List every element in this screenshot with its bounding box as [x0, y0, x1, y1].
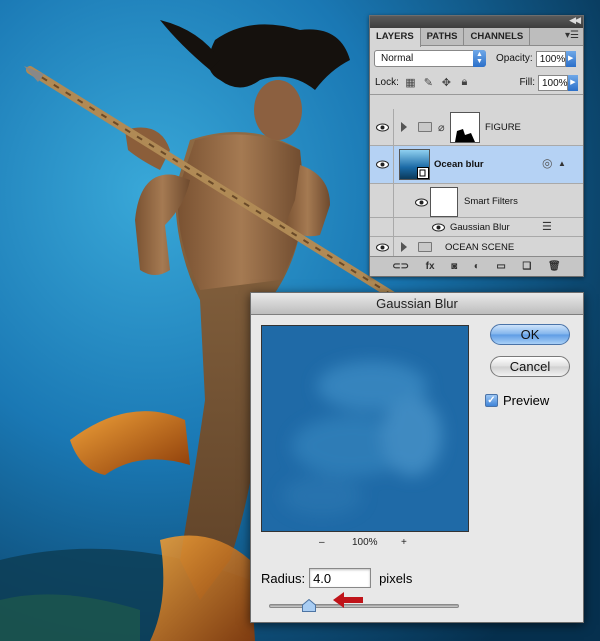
eye-icon[interactable]: [376, 123, 389, 132]
visibility-column[interactable]: [370, 146, 394, 183]
lock-all-icon[interactable]: 🔒︎: [458, 76, 471, 89]
new-group-icon[interactable]: ▭: [496, 261, 505, 272]
preview-window[interactable]: [261, 325, 469, 532]
blend-mode-select[interactable]: Normal ▲ ▼: [374, 50, 486, 67]
panel-titlebar[interactable]: ◀◀: [370, 15, 583, 28]
radius-slider-track[interactable]: [269, 604, 459, 608]
gaussian-blur-dialog: Gaussian Blur OK Cancel ✓ Preview – 100%…: [250, 292, 584, 623]
preview-checkbox-row[interactable]: ✓ Preview: [485, 393, 549, 408]
layer-name: OCEAN SCENE: [445, 242, 515, 253]
layers-panel: ◀◀ LAYERS PATHS CHANNELS ▾☰ Normal ▲ ▼ Op…: [369, 15, 584, 277]
adjustment-layer-icon[interactable]: ◐: [474, 261, 480, 272]
preview-image: [262, 326, 468, 531]
radius-slider-thumb[interactable]: [302, 599, 316, 612]
blending-options-icon[interactable]: ☰: [542, 220, 552, 233]
stepper-icon[interactable]: ▲ ▼: [473, 50, 486, 67]
folder-icon: [418, 122, 432, 132]
add-mask-icon[interactable]: ◙: [451, 261, 457, 272]
folder-icon: [418, 242, 432, 252]
layer-ocean-scene[interactable]: OCEAN SCENE: [370, 237, 583, 257]
layer-name: Smart Filters: [464, 196, 518, 207]
opacity-input[interactable]: 100%: [535, 50, 566, 67]
visibility-column: [370, 184, 394, 217]
eye-icon[interactable]: [415, 198, 428, 207]
trash-icon[interactable]: 🗑︎: [548, 261, 561, 272]
mask-thumbnail[interactable]: [450, 112, 480, 143]
filter-mask-thumbnail[interactable]: [430, 187, 458, 217]
visibility-column[interactable]: [370, 237, 394, 256]
fill-group: Fill: 100% ▶: [519, 74, 578, 91]
blend-row: Normal ▲ ▼ Opacity: 100% ▶: [370, 46, 583, 71]
layer-figure[interactable]: ⌀ FIGURE: [370, 109, 583, 146]
eye-icon[interactable]: [432, 223, 445, 232]
smart-filter-icon[interactable]: ◎: [542, 156, 552, 170]
zoom-level: 100%: [352, 537, 378, 548]
expand-triangle-icon[interactable]: [401, 242, 407, 252]
radius-input[interactable]: 4.0: [309, 568, 372, 588]
smart-object-thumbnail[interactable]: [399, 149, 430, 180]
preview-label: Preview: [503, 393, 550, 408]
radius-label: Radius:: [261, 570, 306, 586]
collapse-icon[interactable]: ◀◀: [569, 15, 581, 26]
tab-layers[interactable]: LAYERS: [370, 28, 421, 47]
lock-row: Lock: ▦ ✎ ✥ 🔒︎ Fill: 100% ▶: [370, 71, 583, 95]
gaussian-blur-filter-row[interactable]: Gaussian Blur ☰: [370, 218, 583, 237]
smart-filters-row[interactable]: Smart Filters: [370, 184, 583, 218]
annotation-arrow-icon: [333, 592, 363, 608]
lock-position-icon[interactable]: ✥: [440, 76, 453, 89]
lock-paint-icon[interactable]: ✎: [422, 76, 435, 89]
preview-checkbox[interactable]: ✓: [485, 394, 498, 407]
visibility-column: [370, 218, 394, 236]
radius-row: Radius: 4.0 pixels: [261, 568, 412, 588]
blend-mode-value: Normal: [381, 53, 414, 64]
expand-triangle-icon[interactable]: [401, 122, 407, 132]
dialog-title: Gaussian Blur: [251, 293, 583, 315]
panel-tabs: LAYERS PATHS CHANNELS ▾☰: [370, 28, 583, 47]
ok-button[interactable]: OK: [490, 324, 570, 345]
link-layers-icon[interactable]: ⊂⊃: [392, 261, 409, 272]
fill-dropdown-icon[interactable]: ▶: [568, 74, 578, 91]
zoom-out-button[interactable]: –: [319, 537, 325, 548]
tab-paths[interactable]: PATHS: [421, 28, 465, 45]
collapse-triangle-icon[interactable]: ▲: [558, 159, 566, 168]
opacity-label: Opacity:: [496, 53, 533, 64]
eye-icon[interactable]: [376, 243, 389, 252]
mask-shape-icon: [455, 129, 475, 142]
new-layer-icon[interactable]: ❏: [522, 261, 531, 272]
eye-icon[interactable]: [376, 160, 389, 169]
layer-name: FIGURE: [485, 122, 521, 133]
radius-unit: pixels: [379, 570, 413, 586]
zoom-in-button[interactable]: +: [401, 537, 407, 548]
panel-bottom-bar: ⊂⊃ fx ◙ ◐ ▭ ❏ 🗑︎: [370, 256, 583, 276]
layer-name: Gaussian Blur: [450, 222, 510, 233]
lock-transparency-icon[interactable]: ▦: [404, 76, 417, 89]
panel-menu-icon[interactable]: ▾☰: [565, 30, 579, 41]
layer-name: Ocean blur: [434, 159, 484, 170]
visibility-column[interactable]: [370, 109, 394, 145]
fill-label: Fill:: [519, 77, 535, 88]
link-icon[interactable]: ⌀: [438, 121, 445, 134]
fill-input[interactable]: 100%: [538, 74, 568, 91]
fx-icon[interactable]: fx: [426, 261, 435, 272]
lock-label: Lock:: [375, 77, 399, 88]
tab-channels[interactable]: CHANNELS: [464, 28, 531, 45]
opacity-dropdown-icon[interactable]: ▶: [565, 50, 576, 67]
smart-object-badge-icon: [417, 167, 429, 179]
layer-ocean-blur[interactable]: Ocean blur ◎ ▲: [370, 146, 583, 184]
cancel-button[interactable]: Cancel: [490, 356, 570, 377]
